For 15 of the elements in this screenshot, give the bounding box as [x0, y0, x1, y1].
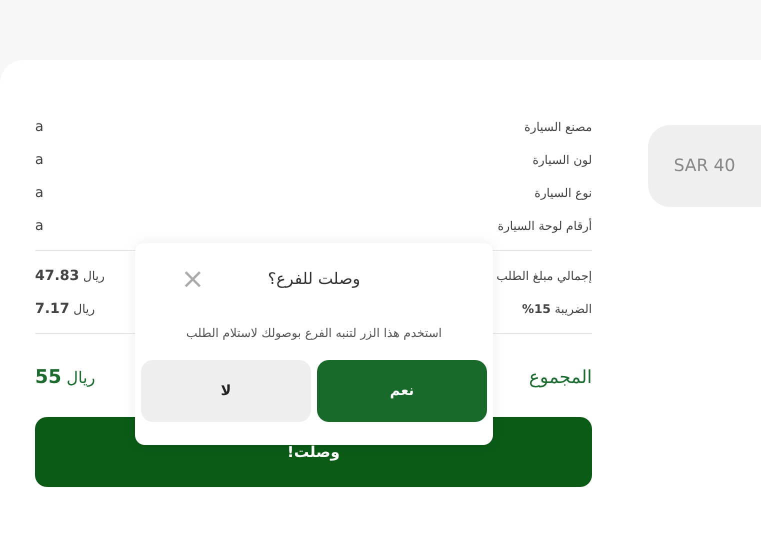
amount-label: إجمالي مبلغ الطلب: [496, 268, 592, 282]
detail-label: مصنع السيارة: [524, 120, 592, 134]
dialog-title: وصلت للفرع؟: [268, 269, 360, 288]
detail-value: a: [35, 218, 44, 234]
total-label: المجموع: [529, 366, 592, 388]
cancel-button[interactable]: لا: [141, 360, 311, 422]
detail-label: أرقام لوحة السيارة: [498, 218, 592, 232]
detail-label: لون السيارة: [532, 152, 592, 166]
dialog-message: استخدم هذا الزر لتنبه الفرع بوصولك لاستلام الطلب: [186, 326, 442, 340]
detail-value: a: [35, 118, 44, 134]
detail-value: a: [35, 152, 44, 168]
confirm-button[interactable]: نعم: [317, 360, 487, 422]
detail-value: a: [35, 184, 44, 200]
detail-label: نوع السيارة: [534, 186, 592, 200]
price-chip: SAR 40: [648, 125, 761, 207]
